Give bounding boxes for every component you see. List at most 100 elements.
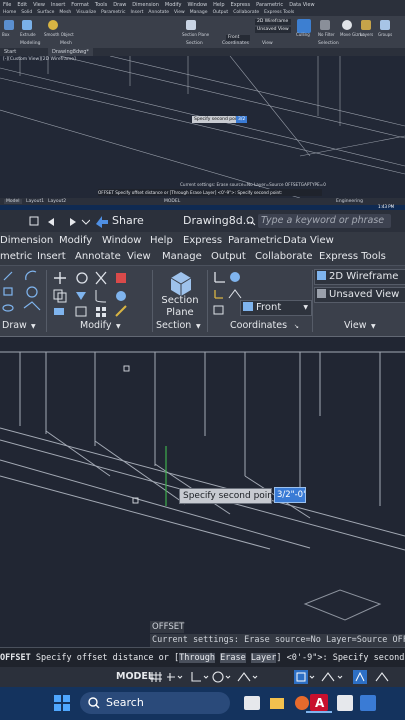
thumbnail-ribbon-label[interactable]: Box	[2, 32, 9, 37]
coordinates-expand-icon[interactable]: ↘	[294, 323, 299, 330]
view-direction-dropdown[interactable]: Front ▼	[240, 300, 312, 316]
rotate-icon[interactable]	[76, 272, 88, 284]
thumbnail-panel-title[interactable]: Mesh	[60, 41, 72, 46]
panel-title-modify[interactable]: Modify	[80, 320, 111, 331]
firefox-icon[interactable]	[295, 696, 309, 710]
option-through[interactable]: Through	[179, 653, 215, 663]
taskbar-search-box[interactable]: Search	[80, 692, 230, 714]
thumbnail-menu-item[interactable]: Insert	[51, 2, 65, 8]
menu-help[interactable]: Help	[150, 232, 173, 249]
thumbnail-menu-item[interactable]: Format	[71, 2, 89, 8]
thumbnail-panel-title[interactable]: Section	[186, 41, 203, 46]
ucs-icon[interactable]	[214, 272, 225, 283]
polar-tracking-icon[interactable]	[212, 671, 224, 683]
snap-mode-icon[interactable]	[167, 673, 175, 681]
panel-title-coordinates[interactable]: Coordinates	[230, 320, 287, 331]
thumbnail-panel-title[interactable]: Selection	[318, 41, 339, 46]
thumbnail-tab[interactable]: Mesh	[59, 10, 71, 15]
thumbnail-layout-1[interactable]: Layout1	[26, 199, 44, 204]
thumbnail-tab[interactable]: Visualize	[76, 10, 96, 15]
thumbnail-menu-item[interactable]: Modify	[165, 2, 182, 8]
draw-expand-icon[interactable]: ▼	[31, 323, 36, 330]
ortho-icon[interactable]	[191, 672, 201, 682]
thumbnail-menu-item[interactable]: Parametric	[256, 2, 283, 8]
chevron-down-icon[interactable]	[81, 219, 90, 225]
panel-title-section[interactable]: Section	[156, 320, 191, 331]
tab-express-tools[interactable]: Express Tools	[319, 249, 386, 265]
isodraft-icon[interactable]	[237, 672, 251, 682]
groups-icon[interactable]	[380, 20, 390, 30]
chevron-down-icon[interactable]	[203, 675, 209, 679]
thumbnail-tab[interactable]: Insert	[130, 10, 143, 15]
fillet-icon[interactable]	[95, 290, 107, 303]
thumbnail-menu-item[interactable]: Edit	[17, 2, 27, 8]
copy-icon[interactable]	[53, 289, 67, 303]
thumbnail-tab[interactable]: Home	[3, 10, 16, 15]
thumbnail-ribbon-label[interactable]: No Filter	[318, 32, 335, 37]
trim-icon[interactable]	[95, 271, 107, 285]
taskbar-app-icon[interactable]	[337, 695, 353, 711]
view-expand-icon[interactable]: ▼	[371, 323, 376, 330]
undo-icon[interactable]	[48, 218, 54, 226]
command-line[interactable]: OFFSET Specify offset distance or [Throu…	[0, 647, 405, 668]
workspace-icon[interactable]	[375, 672, 389, 682]
chevron-down-icon[interactable]	[252, 675, 258, 679]
grid-icon[interactable]	[150, 672, 162, 682]
thumbnail-visual-style[interactable]: 2D Wireframe	[255, 19, 291, 25]
ucs-origin-icon[interactable]	[214, 290, 223, 299]
ucs-world-icon[interactable]	[230, 272, 240, 282]
thumbnail-ribbon-label[interactable]: Section Plane	[182, 32, 209, 37]
file-explorer-icon[interactable]	[270, 698, 284, 709]
chevron-down-icon[interactable]	[177, 675, 183, 679]
tab-annotate[interactable]: Annotate	[75, 249, 121, 265]
no-filter-icon[interactable]	[320, 20, 330, 30]
windows-start-icon[interactable]	[54, 695, 70, 711]
move-icon[interactable]	[54, 272, 66, 284]
thumbnail-menu-item[interactable]: Help	[213, 2, 224, 8]
keyword-search-input[interactable]: Type a keyword or phrase	[258, 214, 391, 228]
tab-collaborate[interactable]: Collaborate	[255, 249, 313, 265]
thumbnail-layout-model[interactable]: Model	[4, 199, 22, 204]
polyline-icon[interactable]	[23, 301, 41, 311]
ellipse-icon[interactable]	[2, 304, 14, 312]
redo-icon[interactable]	[70, 218, 76, 226]
modify-expand-icon[interactable]: ▼	[116, 323, 121, 330]
rectangle-icon[interactable]	[3, 287, 13, 296]
section-plane-button[interactable]: Section Plane	[158, 295, 202, 319]
menu-window[interactable]: Window	[102, 232, 141, 249]
array-icon[interactable]	[96, 307, 106, 317]
thumbnail-menu-item[interactable]: Dimension	[132, 2, 159, 8]
thumbnail-ribbon-label[interactable]: Smooth Object	[44, 32, 74, 37]
circle-icon[interactable]	[26, 286, 38, 298]
erase-icon[interactable]	[116, 273, 126, 283]
thumbnail-ribbon-label[interactable]: Culling	[296, 32, 310, 37]
thumbnail-menu-item[interactable]: File	[3, 2, 11, 8]
thumbnail-menu-item[interactable]: Express	[231, 2, 251, 8]
share-icon[interactable]	[95, 215, 109, 228]
thumbnail-tab[interactable]: Solid	[21, 10, 32, 15]
annotation-scale-icon[interactable]	[321, 672, 335, 682]
thumbnail-tab[interactable]: View	[174, 10, 185, 15]
option-erase[interactable]: Erase	[220, 653, 246, 663]
thumbnail-panel-title[interactable]: Modeling	[20, 41, 40, 46]
menu-dimension[interactable]: Dimension	[0, 232, 53, 249]
thumbnail-menu-item[interactable]: View	[33, 2, 45, 8]
save-icon[interactable]	[29, 216, 39, 226]
chevron-down-icon[interactable]: ▼	[303, 301, 308, 315]
thumbnail-menu-item[interactable]: Window	[187, 2, 207, 8]
visual-style-dropdown[interactable]: 2D Wireframe	[314, 269, 405, 285]
menu-parametric[interactable]: Parametric	[228, 232, 282, 249]
chevron-down-icon[interactable]	[337, 675, 343, 679]
thumbnail-tooltip-value[interactable]: 3/2	[236, 116, 248, 123]
thumbnail-ribbon-label[interactable]: Groups	[378, 32, 392, 37]
tab-output[interactable]: Output	[211, 249, 246, 265]
thumbnail-start-tab[interactable]: Start	[4, 49, 16, 55]
ucs-3point-icon[interactable]	[228, 289, 242, 299]
thumbnail-tab[interactable]: Parametric	[101, 10, 125, 15]
tab-view[interactable]: View	[127, 249, 151, 265]
ucs-view-icon[interactable]	[213, 305, 224, 315]
thumbnail-doc-tab[interactable]: Drawing8dwg*	[48, 48, 93, 56]
layers-icon[interactable]	[361, 20, 371, 30]
explode-icon[interactable]	[116, 291, 126, 301]
drawing-canvas[interactable]: Specify second point: 3/2"-0" OFFSET Cur…	[0, 336, 405, 647]
